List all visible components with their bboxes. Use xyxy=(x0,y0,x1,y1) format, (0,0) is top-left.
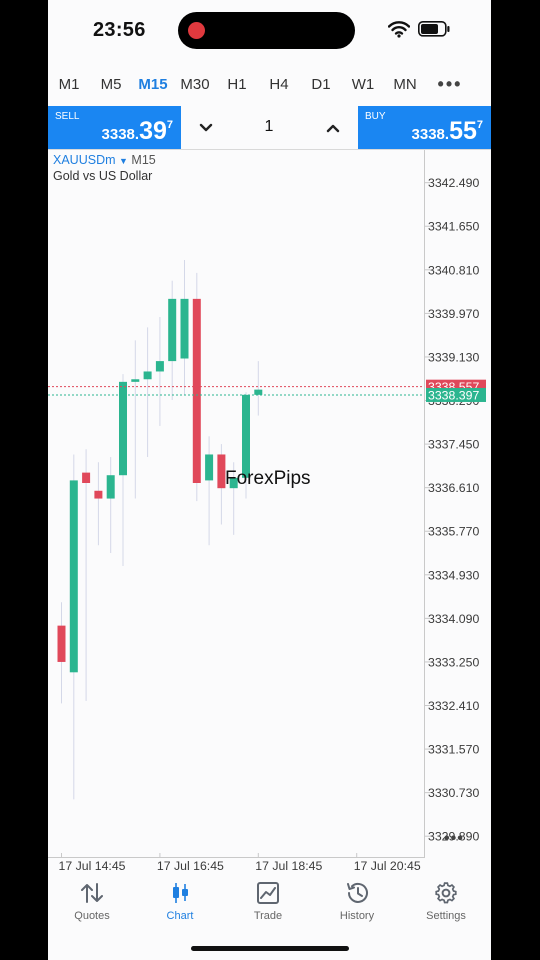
price-tick-label: 3330.730 xyxy=(428,786,479,800)
price-tick-label: 3337.450 xyxy=(428,438,479,452)
bullish-candle xyxy=(205,454,214,481)
app-screen: 23:56 M1 M5 M15 M30 H1 H4 D1 W1 MN ••• S… xyxy=(48,0,491,960)
timeframe-h1[interactable]: H1 xyxy=(216,76,258,93)
bullish-candle xyxy=(69,480,78,673)
candlestick-icon xyxy=(173,883,188,903)
volume-input[interactable]: 1 xyxy=(238,118,300,136)
more-timeframes-icon[interactable]: ••• xyxy=(426,74,474,95)
symbol-name: XAUUSDm xyxy=(53,153,116,167)
price-tick-label: 3339.130 xyxy=(428,350,479,364)
tab-quotes[interactable]: Quotes xyxy=(48,872,136,922)
price-tick-label: 3335.770 xyxy=(428,525,479,539)
buy-button[interactable]: BUY 3338.557 xyxy=(358,106,491,149)
bearish-candle xyxy=(192,298,201,483)
timeframe-m15[interactable]: M15 xyxy=(132,76,174,93)
bearish-candle xyxy=(82,472,91,483)
bullish-candle xyxy=(168,298,177,362)
timeframe-m30[interactable]: M30 xyxy=(174,76,216,93)
price-tick-label: 3331.570 xyxy=(428,743,479,757)
one-click-trading-panel: SELL 3338.397 1 BUY 3338.557 xyxy=(48,106,491,150)
price-tick-label: 3341.650 xyxy=(428,220,479,234)
chart-symbol-line[interactable]: XAUUSDm ▼ M15 xyxy=(53,153,156,167)
home-indicator[interactable] xyxy=(191,946,349,951)
tab-trade-label: Trade xyxy=(253,910,283,922)
timeframe-bar: M1 M5 M15 M30 H1 H4 D1 W1 MN ••• xyxy=(48,66,491,102)
increase-volume-icon[interactable] xyxy=(323,118,343,138)
trade-chart-icon xyxy=(257,882,279,904)
history-clock-icon xyxy=(347,882,368,903)
tab-chart[interactable]: Chart xyxy=(136,872,224,922)
sell-label: SELL xyxy=(55,111,80,122)
status-time: 23:56 xyxy=(93,19,146,41)
bullish-candle xyxy=(106,475,115,499)
battery-icon xyxy=(418,21,450,37)
price-tick-label: 3342.490 xyxy=(428,176,479,190)
price-tick-label: 3332.410 xyxy=(428,699,479,713)
price-tick-label: 3336.610 xyxy=(428,481,479,495)
symbol-dropdown-icon[interactable]: ▼ xyxy=(119,156,128,166)
quotes-arrows-icon xyxy=(81,883,103,903)
sell-price: 3338.397 xyxy=(101,117,173,145)
timeframe-m5[interactable]: M5 xyxy=(90,76,132,93)
tab-chart-label: Chart xyxy=(166,910,194,922)
timeframe-m1[interactable]: M1 xyxy=(48,76,90,93)
watermark-text: ForexPips xyxy=(225,468,311,489)
time-tick-label: 17 Jul 16:45 xyxy=(157,859,224,873)
status-bar: 23:56 xyxy=(48,0,491,62)
buy-label: BUY xyxy=(365,111,386,122)
timeframe-d1[interactable]: D1 xyxy=(300,76,342,93)
timeframe-h4[interactable]: H4 xyxy=(258,76,300,93)
bullish-candle xyxy=(131,379,140,382)
recording-indicator xyxy=(188,22,205,39)
bullish-candle xyxy=(119,381,127,476)
tab-history-label: History xyxy=(339,910,375,922)
bearish-candle xyxy=(94,490,103,499)
time-tick-label: 17 Jul 18:45 xyxy=(255,859,322,873)
time-tick-label: 17 Jul 20:45 xyxy=(354,859,421,873)
tab-history[interactable]: History xyxy=(313,872,401,922)
price-axis-border xyxy=(424,150,425,858)
price-tick-label: 3340.810 xyxy=(428,263,479,277)
price-tick-label: 3333.250 xyxy=(428,655,479,669)
bullish-candle xyxy=(155,361,164,372)
decrease-volume-icon[interactable] xyxy=(196,118,216,138)
time-axis-border xyxy=(48,857,425,858)
price-tick-label: 3334.930 xyxy=(428,568,479,582)
dynamic-island xyxy=(178,12,355,49)
tab-quotes-label: Quotes xyxy=(74,910,110,922)
price-tick-label: 3334.090 xyxy=(428,612,479,626)
time-tick-label: 17 Jul 14:45 xyxy=(59,859,126,873)
tab-settings-label: Settings xyxy=(426,910,466,922)
bottom-tab-bar: Quotes Chart Trade History Settings xyxy=(48,872,491,932)
price-chart[interactable]: 3342.490 3341.650 3340.810 3339.970 3339.130… xyxy=(48,150,491,873)
bearish-candle xyxy=(57,625,66,662)
gear-icon xyxy=(435,882,457,904)
bullish-candle xyxy=(254,389,263,395)
bid-price-label: 3338.397 xyxy=(428,388,479,402)
wifi-icon xyxy=(388,21,410,38)
tab-trade[interactable]: Trade xyxy=(224,872,312,922)
timeframe-w1[interactable]: W1 xyxy=(342,76,384,93)
bullish-candle xyxy=(143,371,152,380)
chart-more-icon[interactable]: ••• xyxy=(444,830,464,848)
buy-price: 3338.557 xyxy=(411,117,483,145)
bullish-candle xyxy=(242,394,250,478)
bullish-candle xyxy=(180,298,189,359)
tab-settings[interactable]: Settings xyxy=(402,872,490,922)
timeframe-mn[interactable]: MN xyxy=(384,76,426,93)
price-tick-label: 3339.970 xyxy=(428,307,479,321)
symbol-description: Gold vs US Dollar xyxy=(53,169,153,183)
sell-button[interactable]: SELL 3338.397 xyxy=(48,106,181,149)
chart-timeframe: M15 xyxy=(131,153,156,167)
